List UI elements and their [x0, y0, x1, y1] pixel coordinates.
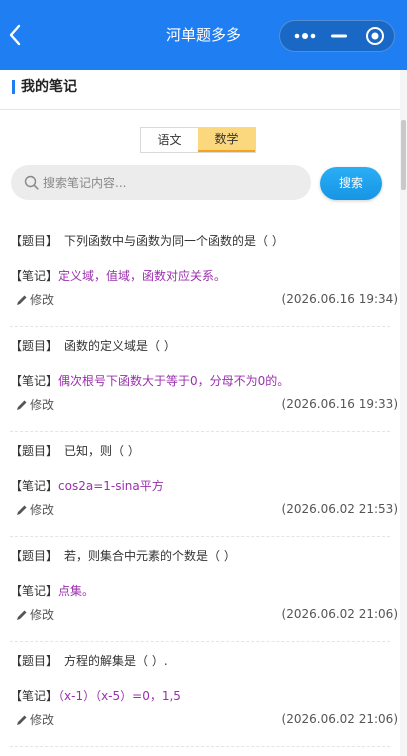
subject-tabs: 语文 数学: [140, 127, 256, 153]
pencil-icon: [17, 295, 27, 305]
note-date: (2026.06.02 21:06): [281, 712, 398, 726]
edit-button[interactable]: 修改: [16, 292, 54, 308]
question-tag: 【题目】: [10, 339, 59, 353]
close-target-icon[interactable]: [356, 21, 394, 51]
note-tag: 【笔记】: [10, 479, 59, 493]
note-line: 【笔记】点集。: [10, 582, 94, 600]
question-line: 【题目】 已知，则（ ）: [10, 442, 140, 460]
edit-button[interactable]: 修改: [16, 397, 54, 413]
note-text: 点集。: [58, 584, 95, 598]
note-item: 【题目】 下列函数中与函数为同一个函数的是（ ） 【笔记】定义域，值域，函数对应关…: [10, 222, 398, 327]
question-line: 【题目】 函数的定义域是（ ）: [10, 337, 176, 355]
page-header: 我的笔记: [0, 70, 407, 110]
note-line: 【笔记】偶次根号下函数大于等于0，分母不为0的。: [10, 372, 289, 390]
note-line: 【笔记】（x-1）（x-5）=0，1,5: [10, 687, 181, 705]
note-text: 偶次根号下函数大于等于0，分母不为0的。: [58, 374, 290, 388]
notes-list: 【题目】 下列函数中与函数为同一个函数的是（ ） 【笔记】定义域，值域，函数对应关…: [10, 222, 398, 747]
question-text: 函数的定义域是（ ）: [64, 339, 176, 353]
pencil-icon: [17, 400, 27, 410]
note-date: (2026.06.02 21:53): [281, 502, 398, 516]
note-line: 【笔记】cos2a=1-sina平方: [10, 477, 164, 495]
note-text: （x-1）（x-5）=0，1,5: [58, 689, 181, 703]
edit-button[interactable]: 修改: [16, 502, 54, 518]
note-tag: 【笔记】: [10, 374, 59, 388]
search-box: [11, 165, 311, 200]
edit-label: 修改: [30, 503, 55, 517]
pencil-icon: [17, 610, 27, 620]
page-title: 我的笔记: [21, 79, 77, 95]
question-tag: 【题目】: [10, 654, 59, 668]
note-item: 【题目】 函数的定义域是（ ） 【笔记】偶次根号下函数大于等于0，分母不为0的。 …: [10, 327, 398, 432]
mini-program-capsule: [279, 20, 395, 52]
question-text: 方程的解集是（ ）.: [64, 654, 168, 668]
note-item: 【题目】 方程的解集是（ ）. 【笔记】（x-1）（x-5）=0，1,5 修改 (…: [10, 642, 398, 747]
note-tag: 【笔记】: [10, 269, 59, 283]
edit-button[interactable]: 修改: [16, 607, 54, 623]
search-button[interactable]: 搜索: [320, 167, 382, 200]
note-text: 定义域，值域，函数对应关系。: [58, 269, 227, 283]
edit-label: 修改: [30, 398, 55, 412]
question-line: 【题目】 下列函数中与函数为同一个函数的是（ ）: [10, 232, 284, 250]
tab-math[interactable]: 数学: [198, 128, 255, 152]
question-text: 下列函数中与函数为同一个函数的是（ ）: [64, 234, 284, 248]
question-tag: 【题目】: [10, 234, 59, 248]
pencil-icon: [17, 505, 27, 515]
more-dots-icon[interactable]: [286, 21, 324, 51]
note-tag: 【笔记】: [10, 584, 59, 598]
title-accent-bar: [12, 80, 15, 94]
scrollbar-thumb[interactable]: [401, 120, 406, 190]
note-item: 【题目】 已知，则（ ） 【笔记】cos2a=1-sina平方 修改 (2026.…: [10, 432, 398, 537]
question-tag: 【题目】: [10, 444, 59, 458]
note-line: 【笔记】定义域，值域，函数对应关系。: [10, 267, 226, 285]
question-line: 【题目】 方程的解集是（ ）.: [10, 652, 168, 670]
note-item: 【题目】 若，则集合中元素的个数是（ ） 【笔记】点集。 修改 (2026.06.…: [10, 537, 398, 642]
note-text: cos2a=1-sina平方: [58, 479, 164, 493]
question-line: 【题目】 若，则集合中元素的个数是（ ）: [10, 547, 236, 565]
edit-label: 修改: [30, 293, 55, 307]
note-date: (2026.06.16 19:33): [281, 397, 398, 411]
scrollbar-track[interactable]: [400, 70, 407, 756]
search-input[interactable]: [43, 165, 298, 200]
question-tag: 【题目】: [10, 549, 59, 563]
note-tag: 【笔记】: [10, 689, 59, 703]
edit-label: 修改: [30, 608, 55, 622]
tab-chinese[interactable]: 语文: [141, 128, 198, 152]
edit-button[interactable]: 修改: [16, 712, 54, 728]
minimize-icon[interactable]: [320, 21, 358, 51]
question-text: 已知，则（ ）: [64, 444, 140, 458]
note-date: (2026.06.02 21:06): [281, 607, 398, 621]
question-text: 若，则集合中元素的个数是（ ）: [64, 549, 236, 563]
edit-label: 修改: [30, 713, 55, 727]
pencil-icon: [17, 715, 27, 725]
navigation-bar: 河单题多多: [0, 0, 407, 70]
search-icon: [24, 175, 39, 194]
note-date: (2026.06.16 19:34): [281, 292, 398, 306]
